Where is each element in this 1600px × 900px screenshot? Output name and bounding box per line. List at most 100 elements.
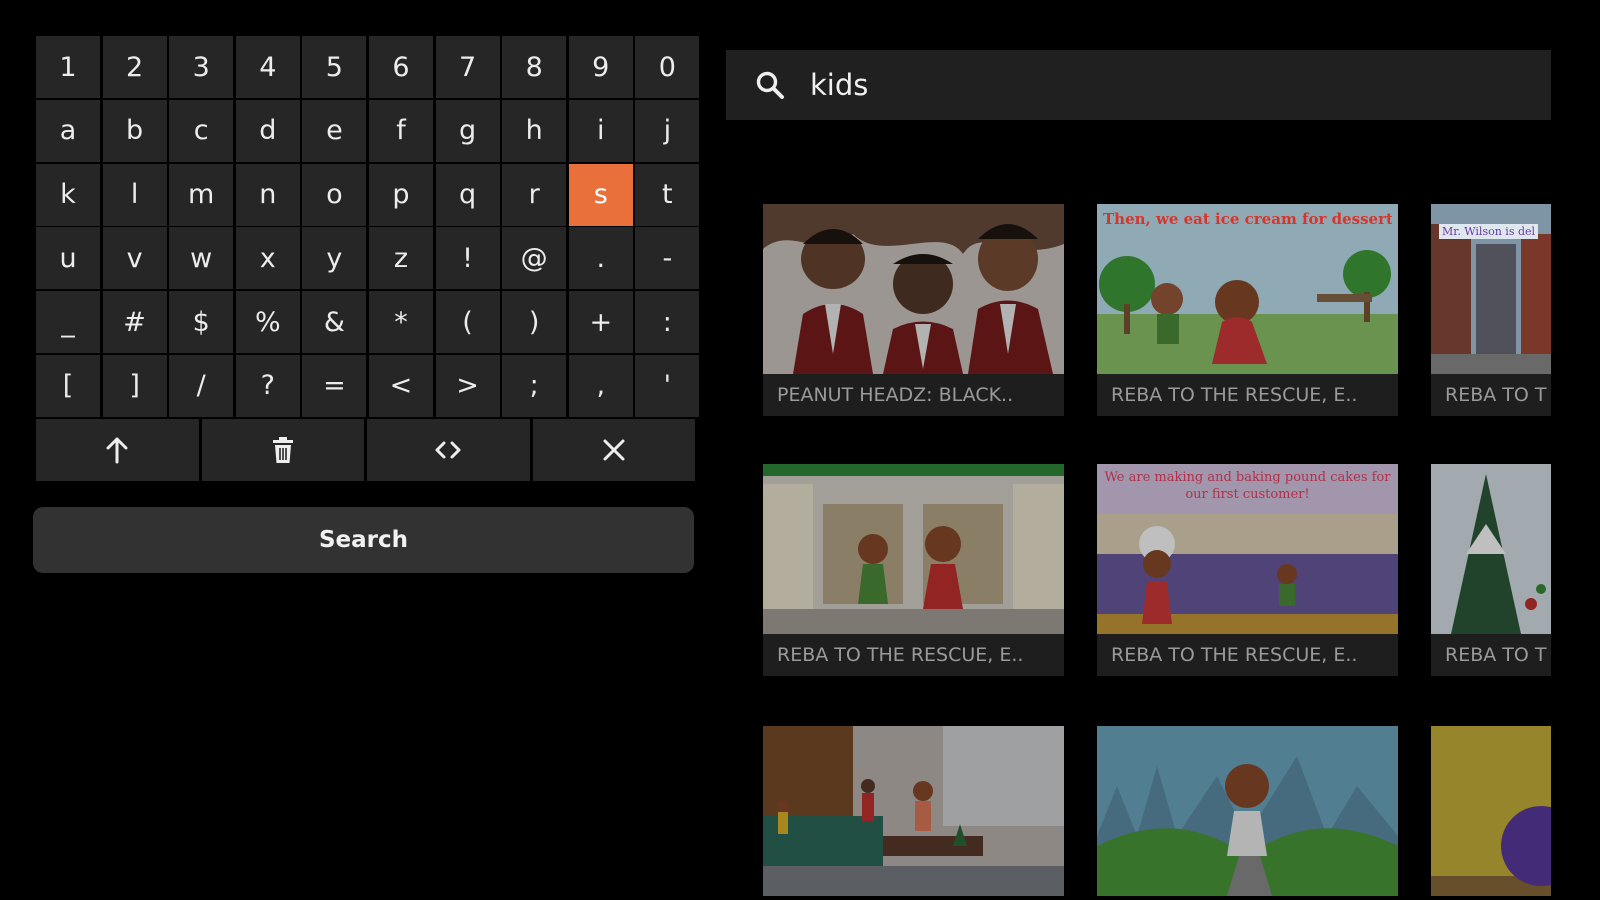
keyboard-action-row — [36, 418, 695, 481]
delete-key[interactable] — [201, 418, 364, 481]
result-thumbnail — [763, 464, 1064, 634]
result-thumbnail — [1431, 726, 1551, 896]
key-symbol[interactable]: + — [568, 291, 633, 354]
shift-key[interactable] — [36, 418, 199, 481]
result-thumbnail — [763, 204, 1064, 374]
key-symbol[interactable]: $ — [169, 291, 234, 354]
key-p[interactable]: p — [368, 163, 433, 226]
key-6[interactable]: 6 — [368, 36, 433, 98]
key-1[interactable]: 1 — [36, 36, 100, 98]
result-thumbnail: Mr. Wilson is del — [1431, 204, 1551, 374]
key-l[interactable]: l — [102, 163, 167, 226]
result-title: PEANUT HEADZ: BLACK.. — [763, 374, 1064, 416]
key-symbol[interactable]: ) — [502, 291, 567, 354]
key-e[interactable]: e — [302, 99, 367, 162]
key-y[interactable]: y — [302, 227, 367, 290]
key-symbol[interactable]: = — [302, 354, 367, 417]
on-screen-keyboard: 1 2 3 4 5 6 7 8 9 0 a b c d e f g h i j k l m n o p q r s t u v w x y z! @. -… — [36, 36, 700, 481]
key-a[interactable]: a — [36, 99, 100, 162]
key-v[interactable]: v — [102, 227, 167, 290]
key-symbol[interactable]: [ — [36, 354, 100, 417]
key-3[interactable]: 3 — [169, 36, 234, 98]
result-thumbnail: We are making and baking pound cakes for… — [1097, 464, 1398, 634]
search-results-grid: PEANUT HEADZ: BLACK.. Then, we eat ice c… — [763, 204, 1551, 900]
key-symbol[interactable]: * — [368, 291, 433, 354]
key-symbol[interactable]: & — [302, 291, 367, 354]
key-7[interactable]: 7 — [435, 36, 500, 98]
key-d[interactable]: d — [235, 99, 300, 162]
key-8[interactable]: 8 — [502, 36, 567, 98]
key-symbol[interactable]: > — [435, 354, 500, 417]
key-j[interactable]: j — [635, 99, 700, 162]
key-h[interactable]: h — [502, 99, 567, 162]
key-symbol[interactable]: ( — [435, 291, 500, 354]
key-z[interactable]: z — [368, 227, 433, 290]
key-o[interactable]: o — [302, 163, 367, 226]
result-tile[interactable] — [763, 726, 1064, 896]
key-symbol[interactable]: ? — [235, 354, 300, 417]
result-tile[interactable]: Then, we eat ice cream for dessert ! REB… — [1097, 204, 1398, 416]
key-5[interactable]: 5 — [302, 36, 367, 98]
key-c[interactable]: c — [169, 99, 234, 162]
key-f[interactable]: f — [368, 99, 433, 162]
key-symbol[interactable]: # — [102, 291, 167, 354]
key-symbol[interactable]: ] — [102, 354, 167, 417]
search-button[interactable]: Search — [33, 507, 694, 573]
result-title: REBA TO T — [1431, 374, 1551, 416]
result-tile[interactable] — [1431, 726, 1551, 896]
key-x[interactable]: x — [235, 227, 300, 290]
key-symbol[interactable]: - — [635, 227, 700, 290]
cursor-key[interactable] — [367, 418, 530, 481]
key-2[interactable]: 2 — [102, 36, 167, 98]
key-b[interactable]: b — [102, 99, 167, 162]
key-s[interactable]: s — [568, 163, 633, 226]
result-thumbnail: Then, we eat ice cream for dessert ! — [1097, 204, 1398, 374]
key-m[interactable]: m — [169, 163, 234, 226]
key-r[interactable]: r — [502, 163, 567, 226]
key-symbol[interactable]: ; — [502, 354, 567, 417]
key-i[interactable]: i — [568, 99, 633, 162]
key-grid: 1 2 3 4 5 6 7 8 9 0 a b c d e f g h i j k l m n o p q r s t u v w x y z! @. -… — [36, 36, 700, 417]
arrow-up-icon — [104, 436, 130, 464]
result-tile[interactable]: REBA TO T — [1431, 464, 1551, 676]
result-title: REBA TO THE RESCUE, E.. — [1097, 374, 1398, 416]
result-thumbnail — [763, 726, 1064, 896]
clear-key[interactable] — [532, 418, 695, 481]
trash-icon — [271, 436, 295, 464]
key-u[interactable]: u — [36, 227, 100, 290]
key-n[interactable]: n — [235, 163, 300, 226]
result-tile[interactable]: REBA TO THE RESCUE, E.. — [763, 464, 1064, 676]
key-9[interactable]: 9 — [568, 36, 633, 98]
key-symbol[interactable]: , — [568, 354, 633, 417]
key-symbol[interactable]: ! — [435, 227, 500, 290]
key-w[interactable]: w — [169, 227, 234, 290]
result-tile[interactable]: PEANUT HEADZ: BLACK.. — [763, 204, 1064, 416]
result-tile[interactable]: Mr. Wilson is del REBA TO T — [1431, 204, 1551, 416]
key-t[interactable]: t — [635, 163, 700, 226]
key-q[interactable]: q — [435, 163, 500, 226]
key-symbol[interactable]: _ — [36, 291, 100, 354]
key-symbol[interactable]: : — [635, 291, 700, 354]
key-4[interactable]: 4 — [235, 36, 300, 98]
result-title: REBA TO T — [1431, 634, 1551, 676]
key-symbol[interactable]: @ — [502, 227, 567, 290]
result-tile[interactable] — [1097, 726, 1398, 896]
result-title: REBA TO THE RESCUE, E.. — [1097, 634, 1398, 676]
search-query-text: kids — [810, 68, 869, 102]
key-symbol[interactable]: % — [235, 291, 300, 354]
key-0[interactable]: 0 — [635, 36, 700, 98]
key-symbol[interactable]: < — [368, 354, 433, 417]
search-bar[interactable]: kids — [726, 50, 1551, 120]
close-icon — [601, 437, 627, 463]
result-tile[interactable]: We are making and baking pound cakes for… — [1097, 464, 1398, 676]
key-g[interactable]: g — [435, 99, 500, 162]
result-thumbnail — [1097, 726, 1398, 896]
key-symbol[interactable]: ' — [635, 354, 700, 417]
result-thumbnail — [1431, 464, 1551, 634]
key-symbol[interactable]: / — [169, 354, 234, 417]
key-symbol[interactable]: . — [568, 227, 633, 290]
result-title: REBA TO THE RESCUE, E.. — [763, 634, 1064, 676]
search-icon — [754, 69, 786, 101]
key-k[interactable]: k — [36, 163, 100, 226]
thumbnail-caption: Mr. Wilson is del — [1439, 224, 1539, 239]
